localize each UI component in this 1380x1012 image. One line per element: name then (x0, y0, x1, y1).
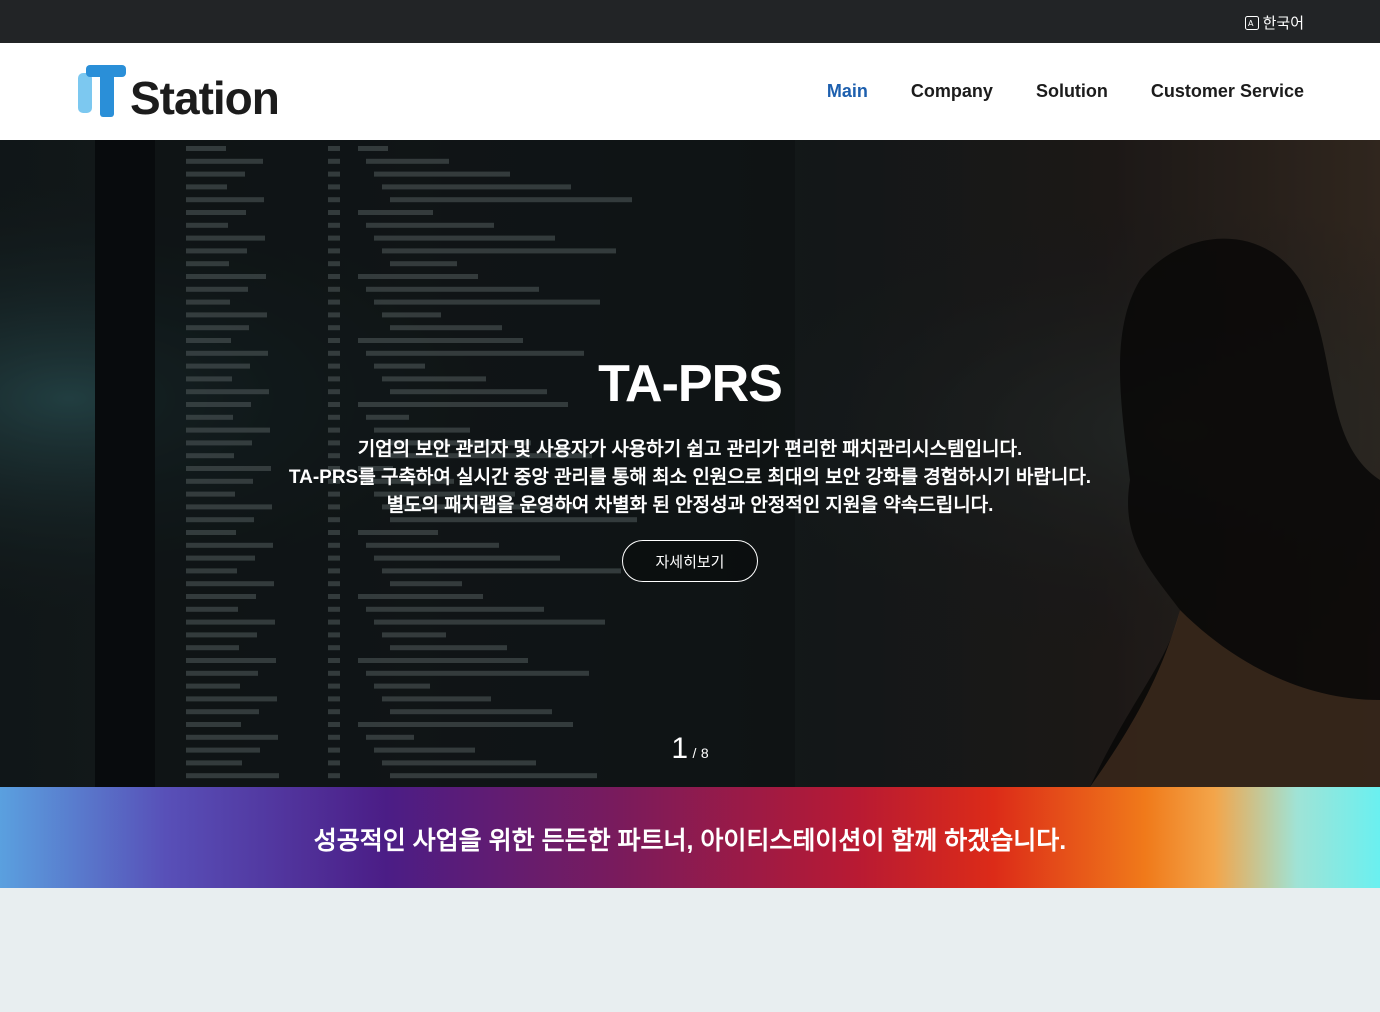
view-details-button[interactable]: 자세히보기 (622, 540, 758, 582)
top-bar: A 한국어 (0, 0, 1380, 43)
svg-text:A: A (1248, 19, 1254, 28)
itstation-logo[interactable]: Station (76, 61, 296, 123)
slogan-text: 성공적인 사업을 위한 든든한 파트너, 아이티스테이션이 함께 하겠습니다. (313, 827, 1067, 855)
hero-description-line: 기업의 보안 관리자 및 사용자가 사용하기 쉽고 관리가 편리한 패치관리시스… (357, 439, 1023, 460)
site-header: Station Main Company Solution Customer S… (0, 43, 1380, 140)
translate-icon: A (1244, 15, 1259, 30)
slide-current: 1 (671, 732, 689, 765)
hero-slider: TA-PRS 기업의 보안 관리자 및 사용자가 사용하기 쉽고 관리가 편리한… (0, 140, 1380, 787)
logo-mark-icon (78, 65, 126, 117)
nav-company[interactable]: Company (911, 81, 993, 102)
slide-separator: / (692, 745, 697, 761)
slide-total: 8 (700, 745, 709, 761)
main-nav: Main Company Solution Customer Service (827, 81, 1304, 102)
language-selector[interactable]: A 한국어 (1244, 12, 1304, 33)
hero-description-line: TA-PRS를 구축하여 실시간 중앙 관리를 통해 최소 인원으로 최대의 보… (288, 467, 1092, 488)
nav-customer-service[interactable]: Customer Service (1151, 81, 1304, 102)
slogan-banner: 성공적인 사업을 위한 든든한 파트너, 아이티스테이션이 함께 하겠습니다. (0, 787, 1380, 888)
language-label: 한국어 (1262, 15, 1304, 32)
hero-description: 기업의 보안 관리자 및 사용자가 사용하기 쉽고 관리가 편리한 패치관리시스… (0, 436, 1380, 520)
content-area (0, 888, 1380, 1012)
hero-title: TA-PRS (598, 355, 783, 413)
nav-solution[interactable]: Solution (1036, 81, 1108, 102)
hero-description-line: 별도의 패치랩을 운영하여 차별화 된 안정성과 안정적인 지원을 약속드립니다… (386, 495, 994, 516)
nav-main[interactable]: Main (827, 81, 868, 102)
logo-text: Station (130, 72, 280, 124)
slide-pager: 1 / 8 (0, 732, 1380, 766)
